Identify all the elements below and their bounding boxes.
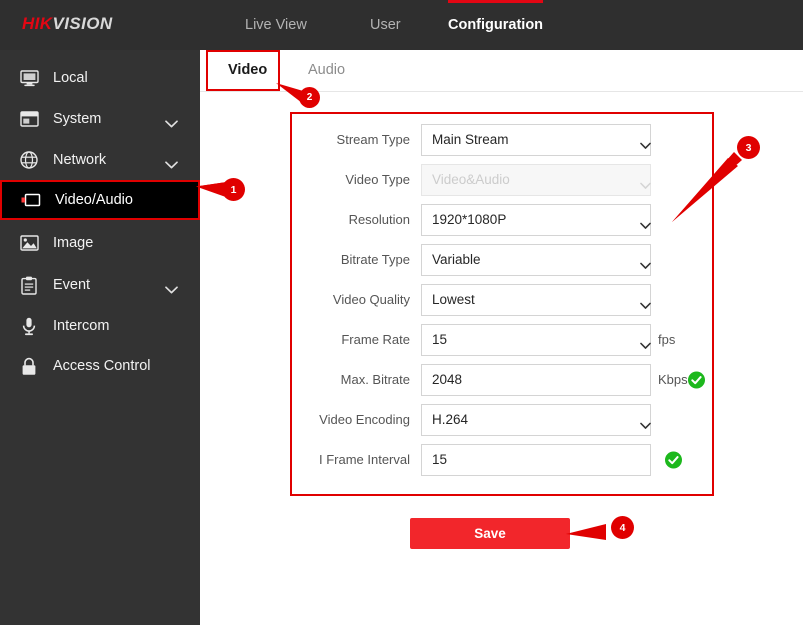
field-label: Max. Bitrate xyxy=(340,372,410,387)
annotation-marker-2: 2 xyxy=(299,87,320,108)
window-icon xyxy=(18,108,40,130)
form-row-i-frame-interval: I Frame Interval 15 xyxy=(292,440,716,480)
form-row-resolution: Resolution 1920*1080P xyxy=(292,200,716,240)
save-button[interactable]: Save xyxy=(410,518,570,549)
tab-audio[interactable]: Audio xyxy=(308,50,345,91)
frame-rate-select[interactable]: 15 xyxy=(421,324,651,356)
chevron-down-icon[interactable] xyxy=(165,156,178,169)
field-label: I Frame Interval xyxy=(318,452,410,467)
lock-icon xyxy=(18,355,40,377)
sidebar-item-label: Event xyxy=(53,277,91,293)
field-label: Video Type xyxy=(345,172,410,187)
chevron-down-icon[interactable] xyxy=(640,137,651,149)
video-encoding-select[interactable]: H.264 xyxy=(421,404,651,436)
sidebar-item-video-audio[interactable]: Video/Audio xyxy=(0,180,200,220)
field-label: Stream Type xyxy=(336,132,410,147)
stream-type-select[interactable]: Main Stream xyxy=(421,124,651,156)
sidebar-item-label: System xyxy=(53,111,102,127)
sidebar-item-label: Network xyxy=(53,152,107,168)
valid-check-icon xyxy=(665,451,682,469)
tab-bar: Video Audio xyxy=(200,50,803,92)
sidebar-item-label: Intercom xyxy=(53,318,110,334)
frame-rate-unit: fps xyxy=(658,332,676,347)
chevron-down-icon[interactable] xyxy=(165,115,178,128)
logo-vision-text: VISION xyxy=(52,14,113,33)
annotation-marker-3: 3 xyxy=(737,136,760,159)
chevron-down-icon[interactable] xyxy=(640,217,651,229)
nav-item-live-view[interactable]: Live View xyxy=(245,0,307,50)
field-label: Frame Rate xyxy=(341,332,410,347)
nav-item-configuration[interactable]: Configuration xyxy=(448,0,544,50)
clipboard-icon xyxy=(18,274,40,296)
video-quality-select[interactable]: Lowest xyxy=(421,284,651,316)
chevron-down-icon[interactable] xyxy=(165,281,178,294)
sidebar-item-system[interactable]: System xyxy=(0,99,200,139)
hikvision-config-page: HIKVISION Live View User Configuration L… xyxy=(0,0,803,625)
field-label: Resolution xyxy=(348,212,410,227)
form-row-stream-type: Stream Type Main Stream xyxy=(292,120,716,160)
i-frame-interval-input[interactable]: 15 xyxy=(421,444,651,476)
sidebar-item-access-control[interactable]: Access Control xyxy=(0,346,200,386)
video-settings-form: Stream Type Main Stream Video Type Video… xyxy=(290,112,714,496)
sidebar-item-event[interactable]: Event xyxy=(0,265,200,305)
max-bitrate-unit: Kbps xyxy=(658,372,688,387)
max-bitrate-input[interactable]: 2048 xyxy=(421,364,651,396)
sidebar-item-intercom[interactable]: Intercom xyxy=(0,306,200,346)
form-row-video-quality: Video Quality Lowest xyxy=(292,280,716,320)
bitrate-type-select[interactable]: Variable xyxy=(421,244,651,276)
hikvision-logo: HIKVISION xyxy=(22,14,113,34)
chevron-down-icon[interactable] xyxy=(640,417,651,429)
sidebar-item-local[interactable]: Local xyxy=(0,58,200,98)
video-type-select: Video&Audio xyxy=(421,164,651,196)
valid-check-icon xyxy=(688,371,705,389)
form-row-bitrate-type: Bitrate Type Variable xyxy=(292,240,716,280)
content-area: Video Audio Stream Type Main Stream Vide… xyxy=(200,50,803,625)
monitor-icon xyxy=(18,67,40,89)
form-row-video-encoding: Video Encoding H.264 xyxy=(292,400,716,440)
chevron-down-icon[interactable] xyxy=(640,337,651,349)
chevron-down-icon xyxy=(640,177,651,189)
sidebar-item-network[interactable]: Network xyxy=(0,140,200,180)
tab-video[interactable]: Video xyxy=(228,50,267,91)
field-label: Video Encoding xyxy=(319,412,410,427)
sidebar-item-label: Local xyxy=(53,70,88,86)
sidebar: Local System Network Video/Audio Image E… xyxy=(0,50,200,625)
chevron-down-icon[interactable] xyxy=(640,257,651,269)
annotation-marker-4: 4 xyxy=(611,516,634,539)
form-row-video-type: Video Type Video&Audio xyxy=(292,160,716,200)
top-header: HIKVISION Live View User Configuration xyxy=(0,0,803,50)
annotation-marker-1: 1 xyxy=(222,178,245,201)
globe-icon xyxy=(18,149,40,171)
picture-icon xyxy=(18,232,40,254)
logo-hik-text: HIK xyxy=(22,14,53,33)
resolution-select[interactable]: 1920*1080P xyxy=(421,204,651,236)
form-row-max-bitrate: Max. Bitrate 2048 Kbps xyxy=(292,360,716,400)
microphone-icon xyxy=(18,315,40,337)
chevron-down-icon[interactable] xyxy=(640,297,651,309)
sidebar-item-image[interactable]: Image xyxy=(0,223,200,263)
sidebar-item-label: Access Control xyxy=(53,358,151,374)
field-label: Video Quality xyxy=(332,292,410,307)
sidebar-item-label: Image xyxy=(53,235,94,251)
field-label: Bitrate Type xyxy=(340,252,410,267)
form-row-frame-rate: Frame Rate 15 fps xyxy=(292,320,716,360)
video-camera-icon xyxy=(20,189,42,211)
sidebar-item-label: Video/Audio xyxy=(55,192,133,208)
nav-item-user[interactable]: User xyxy=(370,0,401,50)
